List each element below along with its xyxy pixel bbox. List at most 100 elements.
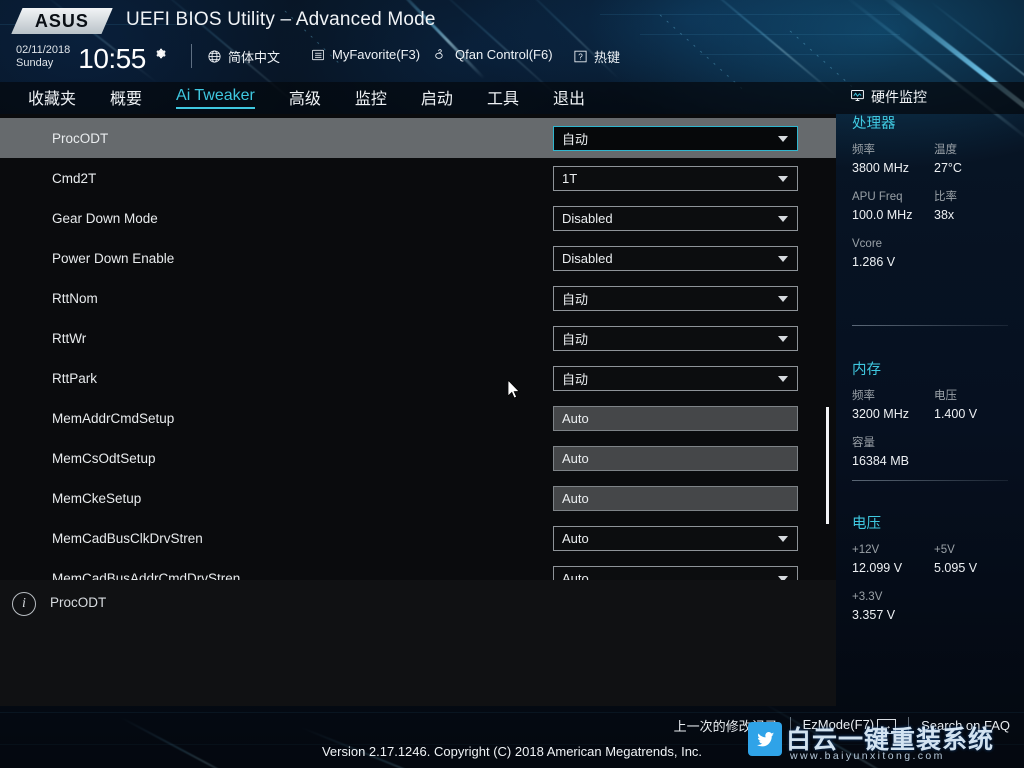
- page-title: UEFI BIOS Utility – Advanced Mode: [126, 9, 436, 30]
- settings-dropdown[interactable]: 自动: [553, 325, 798, 351]
- settings-row-control[interactable]: Auto: [553, 485, 798, 511]
- chevron-down-icon[interactable]: [778, 256, 788, 262]
- sidebar-stat-value: 27°C: [934, 161, 962, 175]
- settings-dropdown[interactable]: Disabled: [553, 205, 798, 231]
- settings-text-value: Auto: [562, 490, 589, 506]
- settings-dropdown[interactable]: 自动: [553, 285, 798, 311]
- settings-row-label: MemCadBusClkDrvStren: [52, 530, 203, 546]
- header-divider-1: [191, 44, 192, 68]
- sidebar-stat-value: 3800 MHz: [852, 161, 909, 175]
- gear-icon[interactable]: [154, 47, 167, 60]
- hotkey-button[interactable]: ? 热键: [573, 47, 620, 66]
- settings-row-control[interactable]: 自动: [553, 365, 798, 391]
- myfavorite-label: MyFavorite(F3): [332, 47, 421, 62]
- sidebar-stat-key: 频率: [852, 390, 875, 402]
- settings-row-control[interactable]: Disabled: [553, 245, 798, 271]
- tab-favorites[interactable]: 收藏夹: [28, 85, 76, 111]
- sidebar-section-title: 电压: [852, 516, 881, 532]
- settings-row[interactable]: MemCadBusAddrCmdDrvStren Auto: [0, 558, 836, 580]
- settings-text-input[interactable]: Auto: [553, 485, 798, 511]
- settings-dropdown[interactable]: 自动: [553, 125, 798, 151]
- tab-ai-tweaker[interactable]: Ai Tweaker: [176, 87, 255, 109]
- settings-row-label: MemCkeSetup: [52, 490, 142, 506]
- menu-tabs: 收藏夹 概要 Ai Tweaker 高级 监控 启动 工具 退出: [28, 83, 585, 113]
- settings-dropdown[interactable]: Auto: [553, 565, 798, 580]
- settings-row[interactable]: MemCadBusClkDrvStren Auto: [0, 518, 836, 558]
- settings-row[interactable]: Gear Down Mode Disabled: [0, 198, 836, 238]
- settings-row[interactable]: RttPark 自动: [0, 358, 836, 398]
- sidebar-stat: 电压 1.400 V: [934, 388, 1016, 424]
- sidebar-stat: 温度 27°C: [934, 142, 1016, 178]
- settings-row-control[interactable]: Auto: [553, 525, 798, 551]
- sidebar-section-title: 处理器: [852, 116, 896, 132]
- settings-text-value: Auto: [562, 410, 589, 426]
- sidebar-stat-row: Vcore 1.286 V: [852, 236, 1016, 272]
- settings-row[interactable]: RttWr 自动: [0, 318, 836, 358]
- sidebar-stat: +3.3V 3.357 V: [852, 589, 934, 625]
- sidebar-divider: [852, 480, 1008, 481]
- sidebar-stat: 比率 38x: [934, 189, 1016, 225]
- weekday-text: Sunday: [16, 56, 54, 69]
- settings-scrollbar[interactable]: [822, 118, 832, 576]
- chevron-down-icon[interactable]: [778, 336, 788, 342]
- settings-row-control[interactable]: Auto: [553, 445, 798, 471]
- sidebar-stat-row: 容量 16384 MB: [852, 435, 1016, 471]
- settings-row[interactable]: Cmd2T 1T: [0, 158, 836, 198]
- chevron-down-icon[interactable]: [778, 176, 788, 182]
- help-bar: i ProcODT: [0, 580, 836, 706]
- chevron-down-icon[interactable]: [778, 216, 788, 222]
- language-button[interactable]: 简体中文: [207, 47, 280, 66]
- settings-row-control[interactable]: 1T: [553, 165, 798, 191]
- svg-text:?: ?: [578, 52, 583, 61]
- sidebar-divider: [852, 325, 1008, 326]
- settings-row-label: Power Down Enable: [52, 250, 175, 266]
- settings-dropdown[interactable]: Disabled: [553, 245, 798, 271]
- chevron-down-icon[interactable]: [778, 536, 788, 542]
- sidebar-stat-value: 1.400 V: [934, 407, 978, 421]
- settings-text-input[interactable]: Auto: [553, 405, 798, 431]
- settings-row-control[interactable]: 自动: [553, 285, 798, 311]
- scrollbar-thumb[interactable]: [826, 407, 829, 524]
- sidebar-stat: +5V 5.095 V: [934, 542, 1016, 578]
- tab-boot[interactable]: 启动: [421, 85, 453, 111]
- settings-dropdown[interactable]: 1T: [553, 165, 798, 191]
- sidebar-stat-row: APU Freq 100.0 MHz 比率 38x: [852, 189, 1016, 225]
- chevron-down-icon[interactable]: [778, 376, 788, 382]
- tab-tool[interactable]: 工具: [487, 85, 519, 111]
- sidebar-stat-key: 温度: [934, 144, 957, 156]
- settings-row-label: RttNom: [52, 290, 98, 306]
- sidebar-stat-value: 12.099 V: [852, 561, 903, 575]
- settings-row-control[interactable]: Auto: [553, 405, 798, 431]
- settings-row[interactable]: Power Down Enable Disabled: [0, 238, 836, 278]
- sidebar-stat-value: 3200 MHz: [852, 407, 909, 421]
- tab-main[interactable]: 概要: [110, 85, 142, 111]
- settings-row-control[interactable]: 自动: [553, 125, 798, 151]
- tab-exit[interactable]: 退出: [553, 85, 585, 111]
- settings-row[interactable]: MemCsOdtSetup Auto: [0, 438, 836, 478]
- tab-advanced[interactable]: 高级: [289, 85, 321, 111]
- settings-dropdown[interactable]: 自动: [553, 365, 798, 391]
- qfan-control-button[interactable]: Qfan Control(F6): [432, 47, 553, 62]
- settings-text-input[interactable]: Auto: [553, 445, 798, 471]
- chevron-down-icon[interactable]: [778, 136, 788, 142]
- sidebar-section: 内存 频率 3200 MHz 电压 1.400 V 容量 16384 MB: [852, 358, 1016, 482]
- myfavorite-button[interactable]: MyFavorite(F3): [310, 47, 420, 62]
- settings-row-control[interactable]: 自动: [553, 325, 798, 351]
- settings-dropdown[interactable]: Auto: [553, 525, 798, 551]
- settings-row-control[interactable]: Auto: [553, 565, 798, 580]
- sidebar-stat-key: 容量: [852, 437, 875, 449]
- time-text: 10:55: [78, 43, 146, 74]
- settings-row[interactable]: MemAddrCmdSetup Auto: [0, 398, 836, 438]
- sidebar-stat-value: 3.357 V: [852, 608, 896, 622]
- settings-row[interactable]: RttNom 自动: [0, 278, 836, 318]
- chevron-down-icon[interactable]: [778, 296, 788, 302]
- settings-row[interactable]: MemCkeSetup Auto: [0, 478, 836, 518]
- sidebar-section: 电压 +12V 12.099 V +5V 5.095 V +3.3V 3.357 V: [852, 512, 1016, 636]
- sidebar-stat-key: Vcore: [852, 238, 883, 250]
- tab-monitor[interactable]: 监控: [355, 85, 387, 111]
- settings-row-label: MemAddrCmdSetup: [52, 410, 175, 426]
- settings-row[interactable]: ProcODT 自动: [0, 118, 836, 158]
- list-icon: [310, 48, 326, 62]
- settings-row-control[interactable]: Disabled: [553, 205, 798, 231]
- language-label: 简体中文: [228, 50, 281, 65]
